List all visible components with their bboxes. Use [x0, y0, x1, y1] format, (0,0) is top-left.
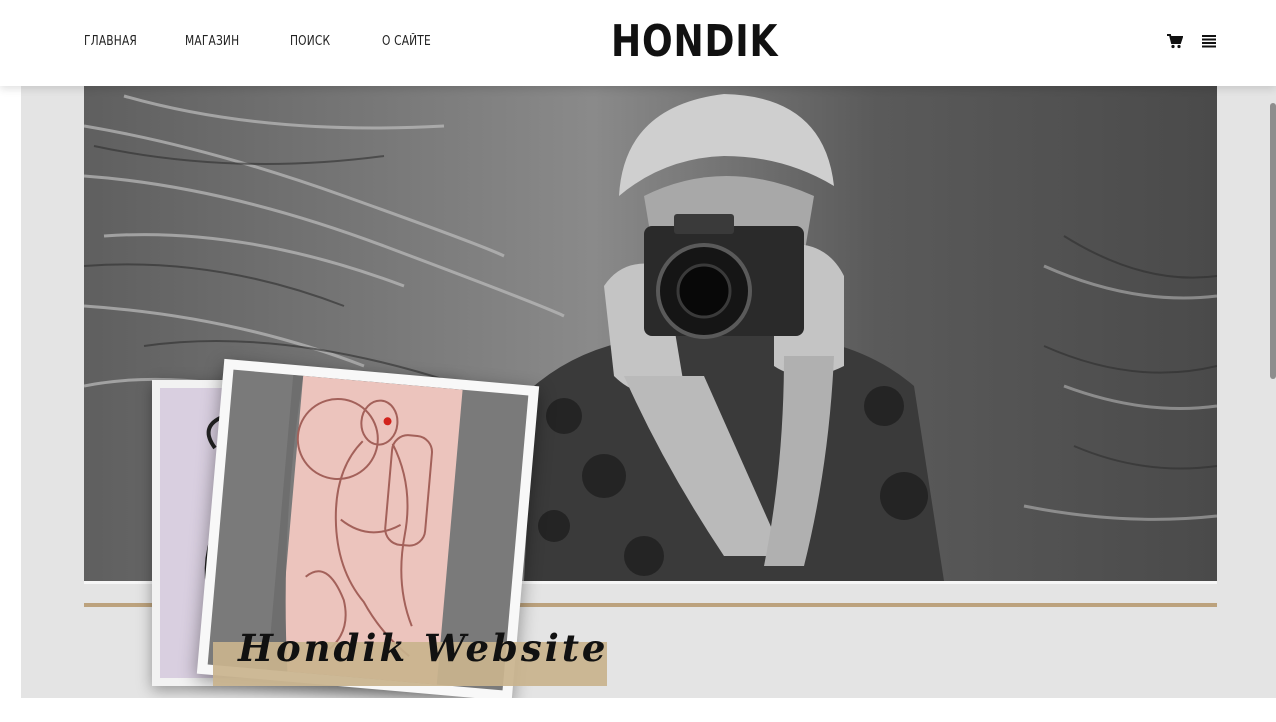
nav-search[interactable]: ПОИСК [290, 34, 330, 49]
site-header: ГЛАВНАЯ МАГАЗИН ПОИСК О САЙТЕ HONDIK [0, 0, 1276, 86]
header-icons [1166, 32, 1218, 50]
menu-icon[interactable] [1200, 32, 1218, 50]
site-logo[interactable]: HONDIK [611, 18, 778, 66]
scrollbar[interactable] [1270, 103, 1276, 379]
nav-home[interactable]: ГЛАВНАЯ [84, 34, 137, 49]
hero-caption: Hondik Website [238, 626, 609, 670]
cart-icon[interactable] [1166, 32, 1184, 50]
nav-about[interactable]: О САЙТЕ [382, 34, 431, 49]
nav-shop[interactable]: МАГАЗИН [185, 34, 239, 49]
page-bottom [0, 698, 1276, 722]
